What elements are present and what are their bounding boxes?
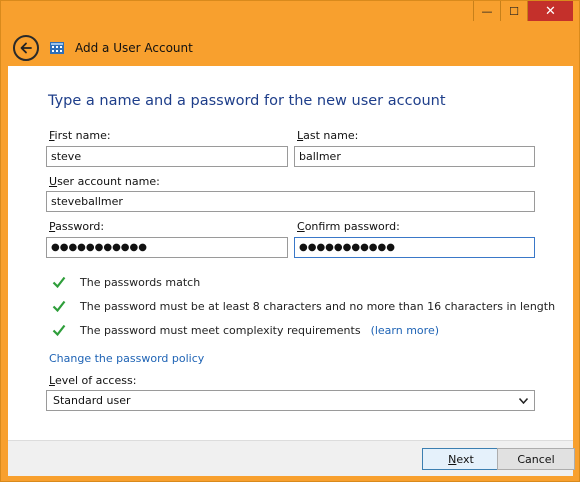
confirm-password-input[interactable] [294,237,535,258]
check-text: The password must be at least 8 characte… [80,299,556,313]
check-text: The passwords match [80,275,201,289]
access-level-label: Level of access: [49,374,137,387]
content-panel: Type a name and a password for the new u… [8,66,573,440]
caption-buttons: — ☐ ✕ [473,1,573,22]
window-title: Add a User Account [75,41,193,55]
minimize-icon: — [481,4,493,18]
check-row-length: The password must be at least 8 characte… [52,299,555,313]
last-name-input[interactable] [294,146,535,167]
account-name-input[interactable] [46,191,535,212]
access-level-value: Standard user [53,394,131,407]
maximize-button[interactable]: ☐ [500,1,527,21]
window-frame: — ☐ ✕ Add a User Account Type a name and… [0,0,580,482]
footer: Next Cancel [8,440,575,476]
chevron-down-icon [519,397,528,404]
user-accounts-icon [49,40,65,56]
first-name-input[interactable] [46,146,288,167]
check-row-match: The passwords match [52,275,200,289]
confirm-password-label: Confirm password: [297,220,400,233]
access-level-select[interactable]: Standard user [46,390,535,411]
close-icon: ✕ [545,3,556,19]
checkmark-icon [52,324,66,337]
page-heading: Type a name and a password for the new u… [48,93,446,109]
last-name-label: Last name: [297,129,359,142]
checkmark-icon [52,300,66,313]
check-text: The password must meet complexity requir… [80,323,361,337]
password-label: Password: [49,220,105,233]
maximize-icon: ☐ [509,4,519,18]
minimize-button[interactable]: — [473,1,500,21]
next-button[interactable]: Next [422,448,500,470]
check-row-complexity: The password must meet complexity requir… [52,323,439,337]
header: Add a User Account [13,35,567,61]
cancel-button[interactable]: Cancel [497,448,575,470]
first-name-label: First name: [49,129,111,142]
change-password-policy-link[interactable]: Change the password policy [49,352,204,365]
learn-more-link[interactable]: (learn more) [371,324,439,337]
password-input[interactable] [46,237,288,258]
back-button[interactable] [13,35,39,61]
back-arrow-icon [20,42,32,54]
checkmark-icon [52,276,66,289]
account-name-label: User account name: [49,175,160,188]
close-button[interactable]: ✕ [527,1,573,21]
